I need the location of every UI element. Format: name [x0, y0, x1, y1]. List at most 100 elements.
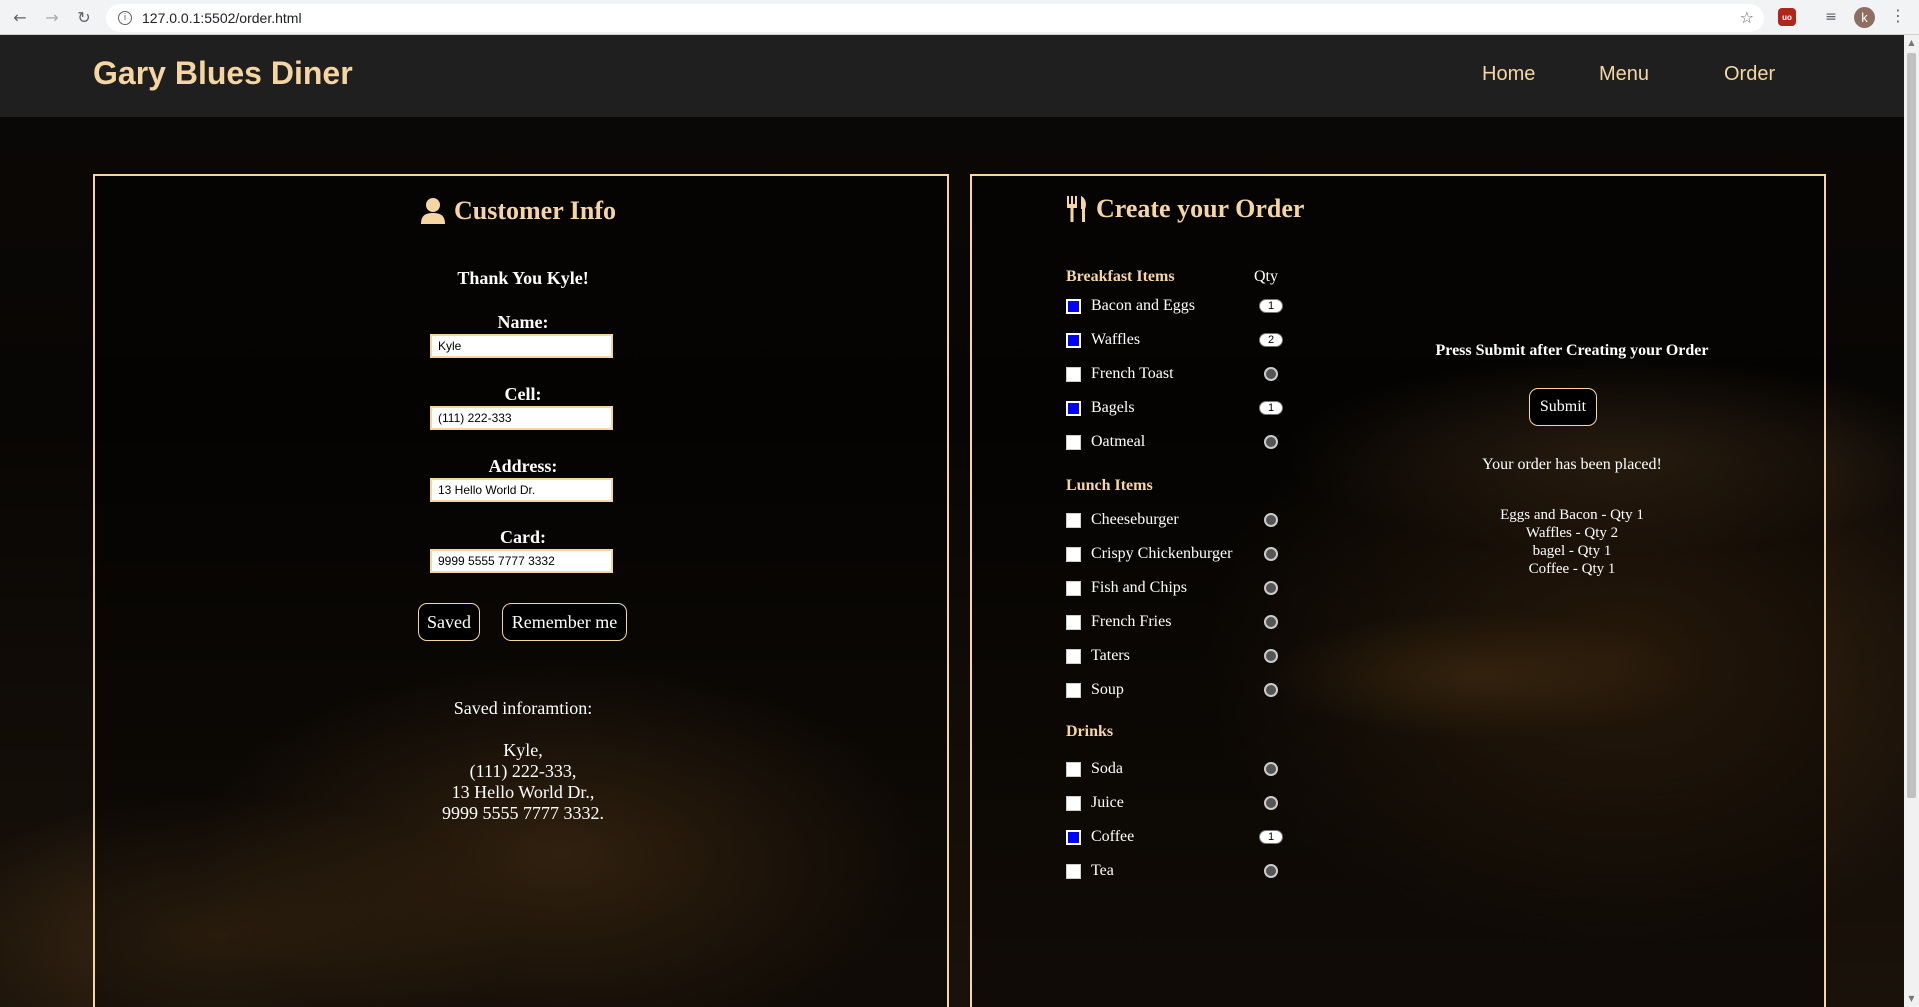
saved-info-lines: Kyle, (111) 222-333, 13 Hello World Dr.,…	[95, 740, 951, 824]
nav-order-link[interactable]: Order	[1724, 63, 1775, 86]
item-label: French Fries	[1091, 613, 1172, 630]
nav-menu-link[interactable]: Menu	[1599, 63, 1649, 86]
nav-home-link[interactable]: Home	[1482, 63, 1535, 86]
menu-item-bagels[interactable]: Bagels	[1066, 398, 1135, 418]
submit-instructions: Press Submit after Creating your Order	[1435, 342, 1709, 359]
saved-info-heading: Saved inforamtion:	[453, 698, 593, 718]
breakfast-heading: Breakfast Items	[1066, 268, 1175, 285]
menu-item-soda[interactable]: Soda	[1066, 759, 1123, 779]
checkbox[interactable]	[1066, 795, 1081, 811]
address-field[interactable]: 13 Hello World Dr.	[430, 478, 613, 502]
create-order-title-text: Create your Order	[1096, 194, 1305, 223]
name-field[interactable]: Kyle	[430, 334, 613, 358]
saved-line: 13 Hello World Dr.,	[451, 782, 595, 802]
menu-item-french-fries[interactable]: French Fries	[1066, 612, 1171, 632]
menu-item-oatmeal[interactable]: Oatmeal	[1066, 432, 1145, 452]
qty-stepper[interactable]	[1264, 796, 1278, 810]
menu-item-bacon-and-eggs[interactable]: Bacon and Eggs	[1066, 296, 1195, 316]
item-label: Tea	[1091, 862, 1114, 879]
menu-item-waffles[interactable]: Waffles	[1066, 330, 1140, 350]
menu-item-fish-and-chips[interactable]: Fish and Chips	[1066, 578, 1187, 598]
customer-info-title-text: Customer Info	[454, 196, 617, 225]
checkbox[interactable]	[1066, 580, 1081, 596]
menu-item-tea[interactable]: Tea	[1066, 861, 1114, 881]
item-label: Oatmeal	[1091, 433, 1146, 450]
qty-stepper[interactable]	[1264, 435, 1278, 449]
order-summary-line: bagel - Qty 1	[1532, 543, 1612, 559]
qty-stepper[interactable]	[1264, 683, 1278, 697]
item-label: Soup	[1091, 681, 1124, 698]
checkbox[interactable]	[1066, 761, 1081, 777]
create-order-panel: Create your Order Breakfast Items Qty Ba…	[970, 174, 1826, 1007]
qty-stepper[interactable]	[1264, 513, 1278, 527]
checkbox[interactable]	[1066, 400, 1081, 416]
qty-stepper[interactable]	[1264, 367, 1278, 381]
address-label: Address:	[488, 456, 558, 476]
checkbox[interactable]	[1066, 682, 1081, 698]
submit-button[interactable]: Submit	[1529, 388, 1597, 426]
bookmark-star-icon[interactable]: ☆	[1740, 8, 1754, 27]
scroll-up-arrow-icon[interactable]: ▲	[1907, 38, 1916, 48]
cell-field[interactable]: (111) 222-333	[430, 406, 613, 430]
item-label: Waffles	[1091, 331, 1141, 348]
order-placed-message: Your order has been placed!	[1482, 456, 1662, 473]
scroll-down-arrow-icon[interactable]: ▼	[1907, 994, 1916, 1004]
menu-item-cheeseburger[interactable]: Cheeseburger	[1066, 510, 1179, 530]
checkbox[interactable]	[1066, 863, 1081, 879]
qty-stepper[interactable]: 2	[1259, 333, 1283, 347]
reload-icon[interactable]: ↻	[72, 5, 96, 29]
checkbox[interactable]	[1066, 366, 1081, 382]
item-label: French Toast	[1091, 365, 1174, 382]
scroll-thumb[interactable]	[1907, 53, 1916, 798]
qty-stepper[interactable]	[1264, 864, 1278, 878]
reading-list-icon[interactable]: ≡	[1822, 8, 1840, 26]
qty-stepper[interactable]	[1264, 547, 1278, 561]
order-summary-line: Waffles - Qty 2	[1525, 525, 1619, 541]
page-viewport: Gary Blues Diner Home Menu Order Custome…	[0, 35, 1904, 1007]
saved-button[interactable]: Saved	[418, 603, 480, 641]
qty-stepper[interactable]: 1	[1259, 299, 1283, 313]
checkbox[interactable]	[1066, 512, 1081, 528]
menu-item-french-toast[interactable]: French Toast	[1066, 364, 1174, 384]
item-label: Taters	[1091, 647, 1130, 664]
site-header: Gary Blues Diner Home Menu Order	[0, 35, 1904, 117]
qty-stepper[interactable]	[1264, 649, 1278, 663]
browser-menu-icon[interactable]: ⋮	[1890, 6, 1906, 25]
checkbox[interactable]	[1066, 648, 1081, 664]
thank-you-message: Thank You Kyle!	[457, 268, 589, 288]
checkbox[interactable]	[1066, 546, 1081, 562]
checkbox[interactable]	[1066, 298, 1081, 314]
checkbox[interactable]	[1066, 829, 1081, 845]
qty-stepper[interactable]	[1264, 581, 1278, 595]
remember-me-button[interactable]: Remember me	[502, 603, 627, 641]
checkbox[interactable]	[1066, 614, 1081, 630]
qty-stepper[interactable]	[1264, 762, 1278, 776]
card-field[interactable]: 9999 5555 7777 3332	[430, 549, 613, 573]
saved-line: (111) 222-333,	[469, 761, 577, 781]
create-order-title: Create your Order	[1066, 194, 1304, 224]
qty-stepper[interactable]: 1	[1259, 830, 1283, 844]
item-label: Bagels	[1091, 399, 1135, 416]
profile-avatar[interactable]: k	[1854, 7, 1875, 28]
site-info-icon[interactable]: i	[118, 11, 132, 25]
qty-stepper[interactable]: 1	[1259, 401, 1283, 415]
menu-item-crispy-chickenburger[interactable]: Crispy Chickenburger	[1066, 544, 1232, 564]
checkbox[interactable]	[1066, 434, 1081, 450]
menu-item-coffee[interactable]: Coffee	[1066, 827, 1134, 847]
ublock-extension-icon[interactable]: uo	[1778, 8, 1796, 26]
item-label: Soda	[1091, 760, 1123, 777]
page-scrollbar[interactable]: ▲ ▼	[1904, 35, 1919, 1007]
checkbox[interactable]	[1066, 332, 1081, 348]
back-arrow-icon[interactable]: ←	[8, 5, 32, 29]
brand-title[interactable]: Gary Blues Diner	[93, 55, 353, 92]
customer-info-panel: Customer Info Thank You Kyle! Name: Kyle…	[93, 174, 949, 1007]
menu-item-taters[interactable]: Taters	[1066, 646, 1130, 666]
menu-item-soup[interactable]: Soup	[1066, 680, 1124, 700]
saved-line: 9999 5555 7777 3332.	[442, 803, 604, 823]
qty-column-header: Qty	[1254, 268, 1278, 285]
address-bar[interactable]: i 127.0.0.1:5502/order.html ☆	[106, 4, 1764, 32]
person-icon	[421, 198, 445, 224]
forward-arrow-icon[interactable]: →	[40, 5, 64, 29]
qty-stepper[interactable]	[1264, 615, 1278, 629]
menu-item-juice[interactable]: Juice	[1066, 793, 1124, 813]
